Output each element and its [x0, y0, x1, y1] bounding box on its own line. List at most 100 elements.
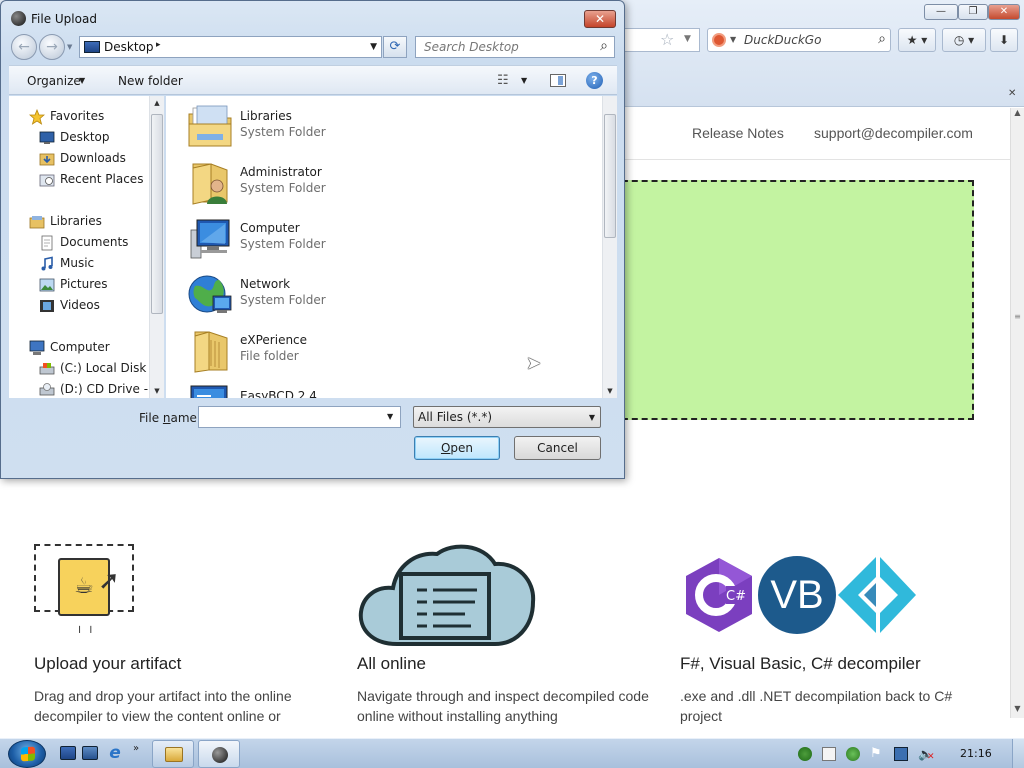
tab-close-icon[interactable]: ✕ [1008, 88, 1016, 99]
file-list-item[interactable]: Administrator System Folder [184, 156, 584, 210]
downloads-button[interactable]: ⬇ [990, 28, 1018, 52]
file-list-item[interactable]: Libraries System Folder [184, 100, 584, 154]
scroll-down-arrow-icon[interactable]: ▼ [1011, 704, 1024, 718]
feature-title: F#, Visual Basic, C# decompiler [680, 654, 921, 673]
magnifier-icon[interactable]: ⌕ [878, 31, 886, 47]
file-list-item[interactable]: eXPerience File folder [184, 324, 584, 378]
nav-item-libraries[interactable]: Libraries [9, 211, 159, 231]
support-email-link[interactable]: support@decompiler.com [814, 125, 973, 141]
page-scrollbar[interactable]: ▲ ≡ ▼ [1010, 108, 1024, 718]
recent-locations-caret-icon[interactable]: ▼ [67, 43, 72, 51]
scroll-thumb[interactable] [151, 114, 163, 314]
bookmark-star-icon[interactable]: ☆ [660, 30, 674, 49]
switch-windows-icon[interactable] [82, 746, 98, 760]
cursor-arrow-icon: ➚ [98, 566, 120, 596]
nav-item-recent-places[interactable]: Recent Places [9, 169, 159, 189]
nav-item-label: Libraries [50, 214, 102, 228]
nav-item-c-local-disk[interactable]: (C:) Local Disk [9, 358, 159, 378]
back-arrow-icon[interactable]: ← [11, 34, 37, 60]
organize-caret-icon[interactable]: ▼ [79, 76, 85, 85]
open-button[interactable]: Open [414, 436, 500, 460]
file-list-item[interactable]: Network System Folder [184, 268, 584, 322]
close-window-button[interactable]: ✕ [988, 4, 1020, 20]
url-history-dropdown-icon[interactable]: ▼ [684, 34, 691, 44]
scroll-grip-icon[interactable]: ≡ [1012, 312, 1023, 324]
clock[interactable]: 21:16 [960, 747, 992, 760]
taskbar-browser-button[interactable] [198, 740, 240, 768]
file-name-input[interactable] [198, 406, 401, 428]
history-button[interactable]: ◷ ▾ [942, 28, 986, 52]
address-dropdown-icon[interactable]: ▼ [370, 42, 377, 52]
vb-logo-icon: VB [758, 556, 836, 634]
internet-explorer-icon[interactable]: e [106, 744, 124, 762]
change-view-caret-icon[interactable]: ▼ [521, 76, 527, 85]
nav-item-d-cd-drive-cl[interactable]: (D:) CD Drive - Cl [9, 379, 163, 398]
nav-item-documents[interactable]: Documents [9, 232, 159, 252]
file-type: System Folder [240, 293, 326, 307]
libraries-icon [29, 214, 45, 229]
nav-item-desktop[interactable]: Desktop [9, 127, 159, 147]
nav-item-downloads[interactable]: Downloads [9, 148, 159, 168]
dialog-close-button[interactable]: ✕ [584, 10, 616, 28]
file-type-dropdown-icon[interactable]: ▼ [589, 413, 595, 422]
navigation-pane-scrollbar[interactable]: ▲ ▼ [149, 96, 164, 398]
file-list-scrollbar[interactable]: ▼ [602, 96, 617, 398]
file-type-select[interactable]: All Files (*.*) ▼ [413, 406, 601, 428]
user-folder-icon [187, 160, 233, 206]
nav-item-videos[interactable]: Videos [9, 295, 159, 315]
help-icon[interactable]: ? [586, 72, 603, 89]
csharp-logo-icon: C# [686, 558, 752, 632]
file-list-item[interactable]: Computer System Folder [184, 212, 584, 266]
forward-arrow-icon[interactable]: → [39, 34, 65, 60]
cd-drive-icon [39, 382, 55, 396]
taskbar-explorer-button[interactable] [152, 740, 194, 768]
nav-item-pictures[interactable]: Pictures [9, 274, 159, 294]
release-notes-link[interactable]: Release Notes [692, 125, 784, 141]
show-desktop-icon[interactable] [60, 746, 76, 760]
display-tray-icon[interactable] [894, 747, 908, 761]
upload-drop-zone[interactable] [612, 180, 974, 420]
search-engine-caret-icon[interactable]: ▼ [730, 35, 736, 44]
bookmarks-menu-button[interactable]: ★ ▾ [898, 28, 936, 52]
preview-pane-icon[interactable] [550, 74, 566, 87]
scroll-up-arrow-icon[interactable]: ▲ [150, 96, 164, 110]
refresh-icon[interactable]: ⟳ [383, 36, 407, 58]
nav-item-label: Desktop [60, 130, 110, 144]
address-bar[interactable]: Desktop ▸ ▼ [79, 36, 382, 58]
scroll-up-arrow-icon[interactable]: ▲ [1011, 108, 1024, 122]
nav-item-music[interactable]: Music [9, 253, 159, 273]
network-tray-icon[interactable] [798, 747, 812, 761]
feature-title: Upload your artifact [34, 654, 182, 673]
browser-app-icon [11, 11, 26, 26]
change-view-icon[interactable]: ☷ [497, 73, 509, 88]
address-location[interactable]: Desktop [104, 40, 154, 54]
quick-launch-more-icon[interactable]: » [133, 743, 139, 754]
cancel-button[interactable]: Cancel [514, 436, 601, 460]
cloud-code-icon [358, 544, 536, 646]
document-tray-icon[interactable] [822, 747, 836, 761]
computer-icon [29, 340, 45, 355]
restore-button[interactable]: ❐ [958, 4, 988, 20]
action-center-flag-icon[interactable]: ⚑ [870, 747, 884, 761]
nav-item-computer[interactable]: Computer [9, 337, 159, 357]
show-desktop-button[interactable] [1012, 739, 1024, 768]
scroll-down-arrow-icon[interactable]: ▼ [150, 384, 164, 398]
organize-button[interactable]: Organize [27, 74, 81, 88]
java-cup-icon: ☕ [74, 574, 94, 599]
search-desktop-input[interactable]: Search Desktop ⌕ [415, 36, 615, 58]
web-search-box[interactable]: ▼ DuckDuckGo ⌕ [707, 28, 891, 52]
scroll-down-arrow-icon[interactable]: ▼ [603, 384, 617, 398]
duckduckgo-icon[interactable] [712, 33, 726, 47]
feature-description: Drag and drop your artifact into the onl… [34, 688, 292, 724]
new-folder-button[interactable]: New folder [118, 74, 183, 88]
file-list-item[interactable]: EasyBCD 2.4 [184, 380, 584, 398]
videos-icon [39, 298, 55, 312]
security-tray-icon[interactable] [846, 747, 860, 761]
start-button[interactable] [8, 740, 46, 768]
nav-item-favorites[interactable]: Favorites [9, 106, 159, 126]
scroll-thumb[interactable] [604, 114, 616, 238]
search-icon[interactable]: ⌕ [600, 38, 608, 54]
minimize-button[interactable]: — [924, 4, 958, 20]
nav-item-label: Favorites [50, 109, 105, 123]
breadcrumb-separator-icon[interactable]: ▸ [156, 40, 161, 50]
